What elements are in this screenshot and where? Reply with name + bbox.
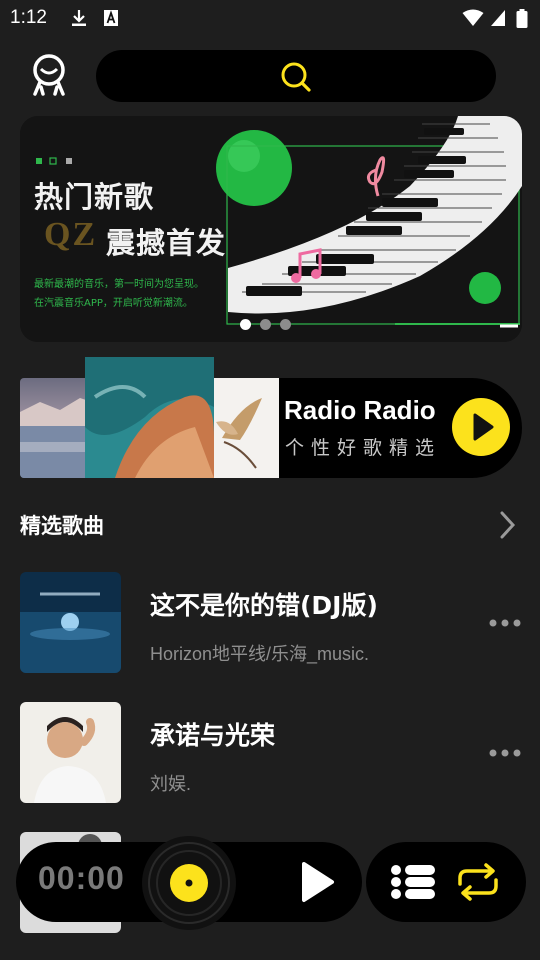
- playlist-icon[interactable]: [390, 862, 436, 902]
- radio-title: Radio Radio: [284, 395, 436, 425]
- vinyl-disc-icon[interactable]: [140, 834, 238, 932]
- song-row[interactable]: 承诺与光荣 刘娱.: [0, 702, 540, 804]
- radio-cover-flower: [212, 378, 279, 478]
- song-artist: Horizon地平线/乐海_music.: [150, 644, 370, 664]
- carousel-dots: [240, 315, 300, 334]
- font-app-icon: [104, 10, 118, 26]
- carousel-dot[interactable]: [260, 319, 271, 330]
- song-title: 承诺与光荣: [150, 721, 276, 750]
- banner-description-line: 最新最潮的音乐，第一时间为您呈现。: [34, 279, 204, 290]
- song-cover: [20, 702, 121, 803]
- player-time: 00:00: [38, 860, 125, 896]
- battery-icon: [516, 9, 528, 28]
- carousel-dot[interactable]: [280, 319, 291, 330]
- play-icon[interactable]: [298, 860, 338, 904]
- banner-carousel[interactable]: QZ 热门新歌 震撼首发 最新最潮的音乐，第一时间为您呈现。 在汽震音乐APP，…: [20, 116, 522, 342]
- banner-description-line: 在汽震音乐APP，开启听觉新潮流。: [34, 298, 193, 309]
- download-icon: [72, 10, 86, 26]
- player-controls: [366, 842, 526, 922]
- search-bar[interactable]: [96, 50, 496, 102]
- play-icon: [473, 413, 494, 441]
- banner-logo: QZ: [44, 216, 98, 253]
- song-cover: [20, 572, 121, 673]
- banner-subheading: 震撼首发: [106, 226, 227, 260]
- more-icon[interactable]: [488, 618, 522, 628]
- song-artist: 刘娱.: [150, 774, 192, 794]
- banner-heading: 热门新歌: [34, 180, 155, 214]
- smiley-user-icon: [33, 54, 65, 96]
- repeat-icon[interactable]: [454, 862, 502, 902]
- radio-play-button[interactable]: [452, 398, 510, 456]
- carousel-dot[interactable]: [240, 319, 251, 330]
- song-row[interactable]: 这不是你的错(DJ版) Horizon地平线/乐海_music.: [0, 572, 540, 674]
- search-icon: [281, 62, 311, 92]
- signal-icon: [491, 10, 505, 26]
- avatar-button[interactable]: [26, 52, 72, 98]
- chevron-right-icon[interactable]: [497, 510, 517, 540]
- radio-subtitle: 个性好歌精选: [285, 437, 442, 459]
- wifi-icon: [462, 9, 484, 26]
- status-bar: 1:12: [0, 0, 540, 36]
- song-title: 这不是你的错(DJ版): [150, 591, 378, 620]
- radio-cover-abstract: [85, 357, 214, 478]
- status-time: 1:12: [10, 7, 47, 28]
- more-icon[interactable]: [488, 748, 522, 758]
- section-title: 精选歌曲: [20, 514, 104, 538]
